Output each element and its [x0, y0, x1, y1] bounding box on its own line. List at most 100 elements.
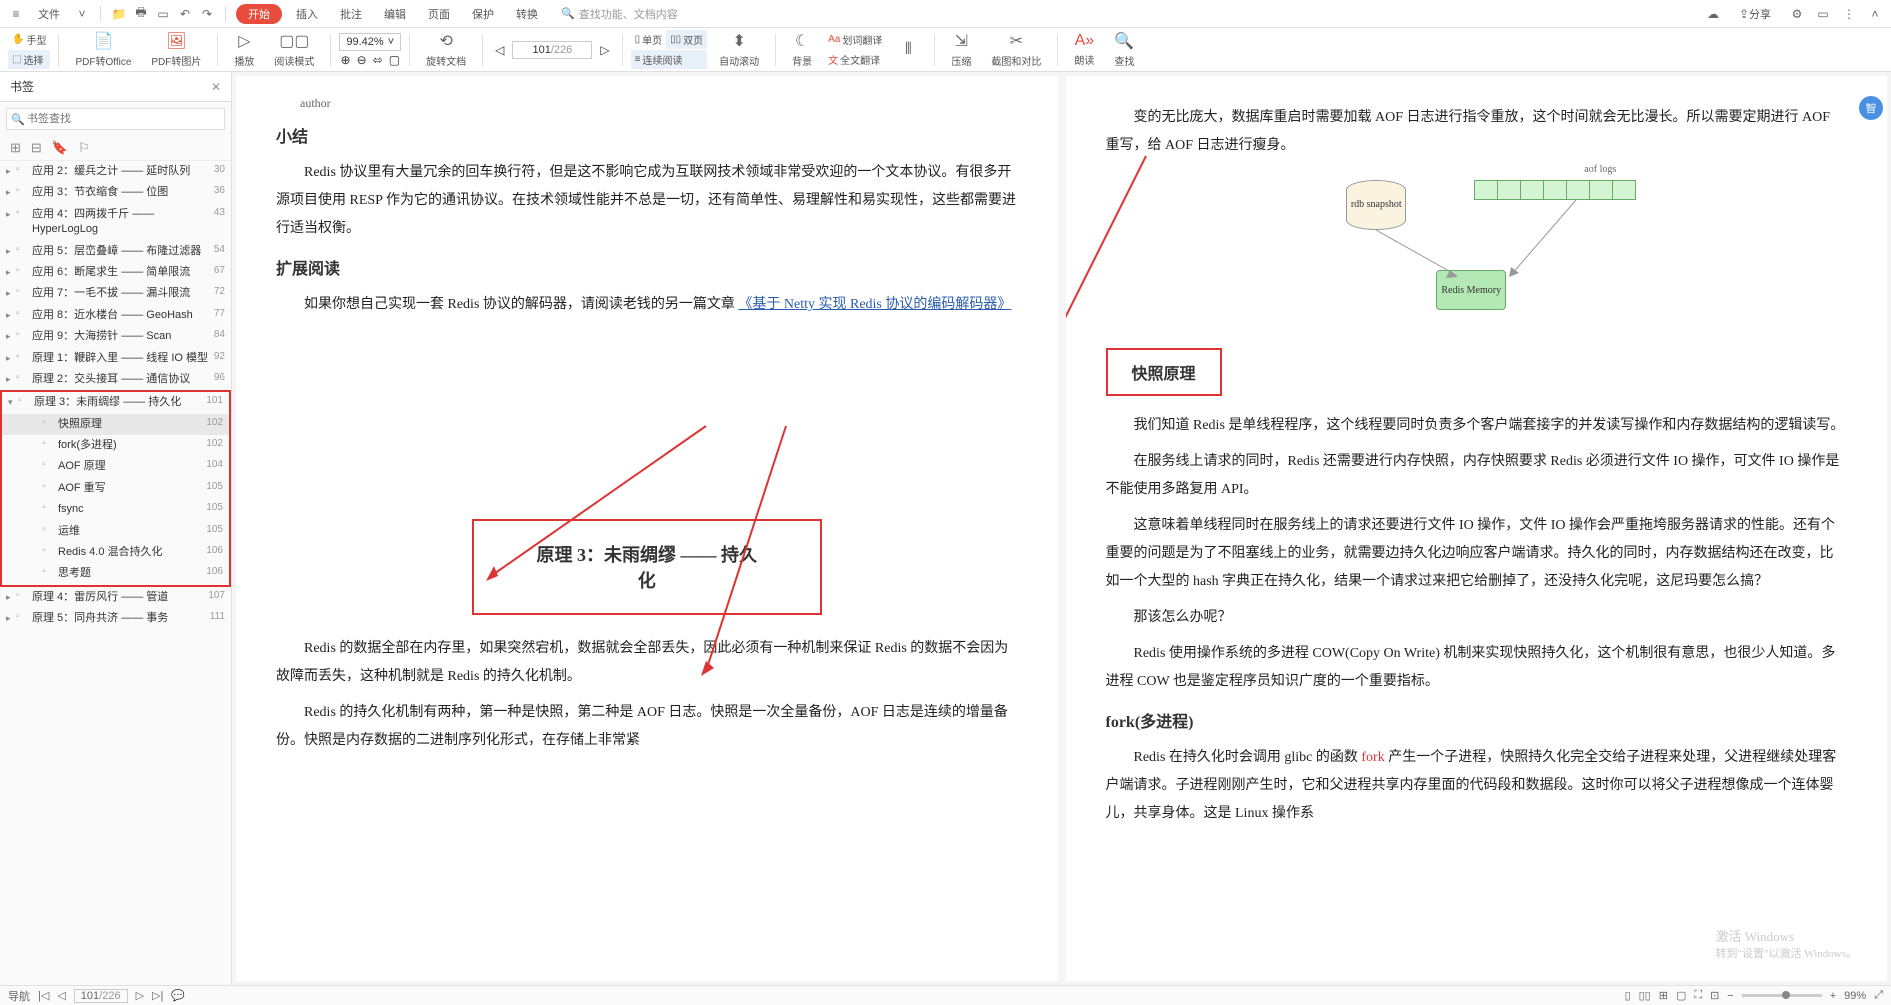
chevron-up-icon[interactable]: ˄ — [1867, 6, 1883, 22]
prev-page-icon[interactable]: ◁ — [57, 989, 65, 1002]
zoom-slider[interactable] — [1742, 994, 1822, 997]
zoom-select[interactable]: 99.42%˅ — [339, 33, 401, 51]
bookmark-item[interactable]: ▸▫应用 6：断尾求生 —— 简单限流67 — [0, 262, 231, 283]
insert-tab[interactable]: 插入 — [288, 4, 326, 24]
delete-bookmark-icon[interactable]: ⊟ — [31, 140, 42, 156]
read-mode-button[interactable]: ▢▢阅读模式 — [266, 29, 322, 70]
view-mode-icon[interactable]: ▯ — [1625, 989, 1631, 1002]
start-tab[interactable]: 开始 — [236, 4, 282, 24]
skin-icon[interactable]: ▭ — [1815, 6, 1831, 22]
single-page-button[interactable]: ▯单页 — [631, 30, 667, 49]
heading-fork: fork(多进程) — [1106, 708, 1848, 732]
fit-page-icon[interactable]: ▢ — [389, 53, 400, 67]
tabs-icon[interactable]: ▭ — [155, 6, 171, 22]
convert-tab[interactable]: 转换 — [508, 4, 546, 24]
bookmark-item[interactable]: ▫运维105 — [2, 521, 229, 542]
bookmark-item[interactable]: ▸▫原理 2：交头接耳 —— 通信协议96 — [0, 369, 231, 390]
zoom-out-icon[interactable]: − — [1727, 990, 1733, 1002]
zoom-value[interactable]: 99% — [1844, 990, 1866, 1002]
read-aloud-button[interactable]: A»朗读 — [1066, 30, 1102, 69]
auto-scroll-button[interactable]: ⬍自动滚动 — [711, 29, 767, 70]
next-page-icon[interactable]: ▷ — [136, 989, 144, 1002]
page-input[interactable]: 101/226 — [512, 41, 592, 59]
first-page-icon[interactable]: |◁ — [38, 989, 49, 1002]
background-button[interactable]: ☾背景 — [784, 29, 820, 70]
zoom-in-icon[interactable]: ⊕ — [341, 53, 351, 67]
bookmark-item[interactable]: ▸▫应用 7：一毛不拔 —— 漏斗限流72 — [0, 283, 231, 304]
share-button[interactable]: ⇪分享 — [1731, 4, 1779, 24]
comment-icon[interactable]: 💬 — [171, 989, 185, 1002]
pdf-to-image-button[interactable]: 🖼PDF转图片 — [143, 29, 209, 70]
hand-tool[interactable]: ✋手型 — [8, 30, 50, 49]
pdf-to-office-button[interactable]: 📄PDF转Office — [67, 29, 139, 70]
select-tool[interactable]: ⬚选择 — [8, 50, 50, 69]
bookmark-item[interactable]: ▸▫原理 5：同舟共济 —— 事务111 — [0, 608, 231, 629]
sidebar-title: 书签 — [10, 78, 34, 95]
reference-link[interactable]: 《基于 Netty 实现 Redis 协议的编码解码器》 — [738, 297, 1011, 312]
bookmark-item[interactable]: ▸▫应用 5：层峦叠嶂 —— 布隆过滤器54 — [0, 241, 231, 262]
bookmark-item[interactable]: ▫fork(多进程)102 — [2, 435, 229, 456]
zoom-in-icon[interactable]: + — [1830, 990, 1836, 1002]
bookmark-item[interactable]: ▸▫原理 1：鞭辟入里 —— 线程 IO 模型92 — [0, 348, 231, 369]
continuous-read-button[interactable]: ≡连续阅读 — [631, 50, 708, 69]
fullscreen-icon[interactable]: ⛶ — [1694, 989, 1702, 1002]
crop-compare-button[interactable]: ✂截图和对比 — [983, 29, 1049, 70]
bookmark-item[interactable]: ▫AOF 原理104 — [2, 456, 229, 477]
play-button[interactable]: ▷播放 — [226, 29, 262, 70]
view-mode-read-icon[interactable]: ▢ — [1676, 989, 1686, 1002]
gear-icon[interactable]: ⚙ — [1789, 6, 1805, 22]
status-page-input[interactable]: 101/226 — [74, 989, 128, 1003]
page-tab[interactable]: 页面 — [420, 4, 458, 24]
print-icon[interactable]: 🖶 — [133, 6, 149, 22]
bookmark-item[interactable]: ▫Redis 4.0 混合持久化106 — [2, 542, 229, 563]
bookmark-item[interactable]: ▸▫应用 9：大海捞针 —— Scan84 — [0, 326, 231, 347]
undo-icon[interactable]: ↶ — [177, 6, 193, 22]
bookmark-flag-icon[interactable]: ⚐ — [78, 140, 90, 156]
bookmark-item[interactable]: ▸▫应用 8：近水楼台 —— GeoHash77 — [0, 305, 231, 326]
redo-icon[interactable]: ↷ — [199, 6, 215, 22]
view-mode-grid-icon[interactable]: ⊞ — [1659, 989, 1668, 1002]
view-mode-double-icon[interactable]: ▯▯ — [1639, 989, 1651, 1002]
global-search[interactable]: 🔍 查找功能、文档内容 — [552, 3, 687, 25]
protect-tab[interactable]: 保护 — [464, 4, 502, 24]
bookmark-item[interactable]: ▫AOF 重写105 — [2, 478, 229, 499]
bookmark-item[interactable]: ▾▫原理 3：未雨绸缪 —— 持久化101 — [2, 392, 229, 413]
search-icon: 🔍 — [11, 113, 25, 126]
next-page-icon[interactable]: ▷ — [596, 41, 613, 59]
bookmark-item[interactable]: ▸▫原理 4：雷厉风行 —— 管道107 — [0, 587, 231, 608]
segment-icon[interactable]: ⫴ — [890, 39, 926, 61]
cloud-icon[interactable]: ☁ — [1705, 6, 1721, 22]
bookmark-search-input[interactable] — [6, 108, 225, 130]
bookmark-item[interactable]: ▫快照原理102 — [2, 414, 229, 435]
bookmark-item[interactable]: ▸▫应用 4：四两拨千斤 —— HyperLogLog43 — [0, 204, 231, 241]
add-bookmark-icon[interactable]: ⊞ — [10, 140, 21, 156]
more-icon[interactable]: ⋮ — [1841, 6, 1857, 22]
find-button[interactable]: 🔍查找 — [1106, 29, 1142, 70]
zoom-out-icon[interactable]: ⊖ — [357, 53, 367, 67]
zoom-fit-icon[interactable]: ⊡ — [1710, 989, 1719, 1002]
menu-icon[interactable]: ≡ — [8, 6, 24, 22]
floating-assistant-button[interactable]: 智 — [1859, 96, 1883, 120]
prev-page-icon[interactable]: ◁ — [491, 41, 508, 59]
bookmark-item[interactable]: ▸▫应用 3：节衣缩食 —— 位图36 — [0, 182, 231, 203]
open-icon[interactable]: 📁 — [111, 6, 127, 22]
rotate-button[interactable]: ⟲旋转文档 — [418, 29, 474, 70]
fit-width-icon[interactable]: ⬄ — [373, 53, 383, 67]
bookmark-item[interactable]: ▫fsync105 — [2, 499, 229, 520]
heading-summary: 小结 — [276, 123, 1018, 147]
last-page-icon[interactable]: ▷| — [152, 989, 163, 1002]
edit-tab[interactable]: 编辑 — [376, 4, 414, 24]
word-translate-button[interactable]: Aa划词翻译 — [824, 30, 886, 49]
bookmark-item[interactable]: ▫思考题106 — [2, 563, 229, 584]
annotate-tab[interactable]: 批注 — [332, 4, 370, 24]
bookmark-item[interactable]: ▸▫应用 2：缓兵之计 —— 延时队列30 — [0, 161, 231, 182]
close-icon[interactable]: ✕ — [211, 80, 221, 94]
full-translate-button[interactable]: 文全文翻译 — [824, 50, 886, 69]
double-page-button[interactable]: ▯▯双页 — [666, 30, 707, 49]
expand-icon[interactable]: ⤢ — [1874, 989, 1883, 1002]
bookmark-icon[interactable]: 🔖 — [52, 140, 68, 156]
compress-button[interactable]: ⇲压缩 — [943, 29, 979, 70]
file-menu[interactable]: 文件 — [30, 4, 68, 24]
document-area[interactable]: author 小结 Redis 协议里有大量冗余的回车换行符，但是这不影响它成为… — [232, 72, 1891, 985]
chevron-down-icon[interactable]: ˅ — [74, 6, 90, 22]
